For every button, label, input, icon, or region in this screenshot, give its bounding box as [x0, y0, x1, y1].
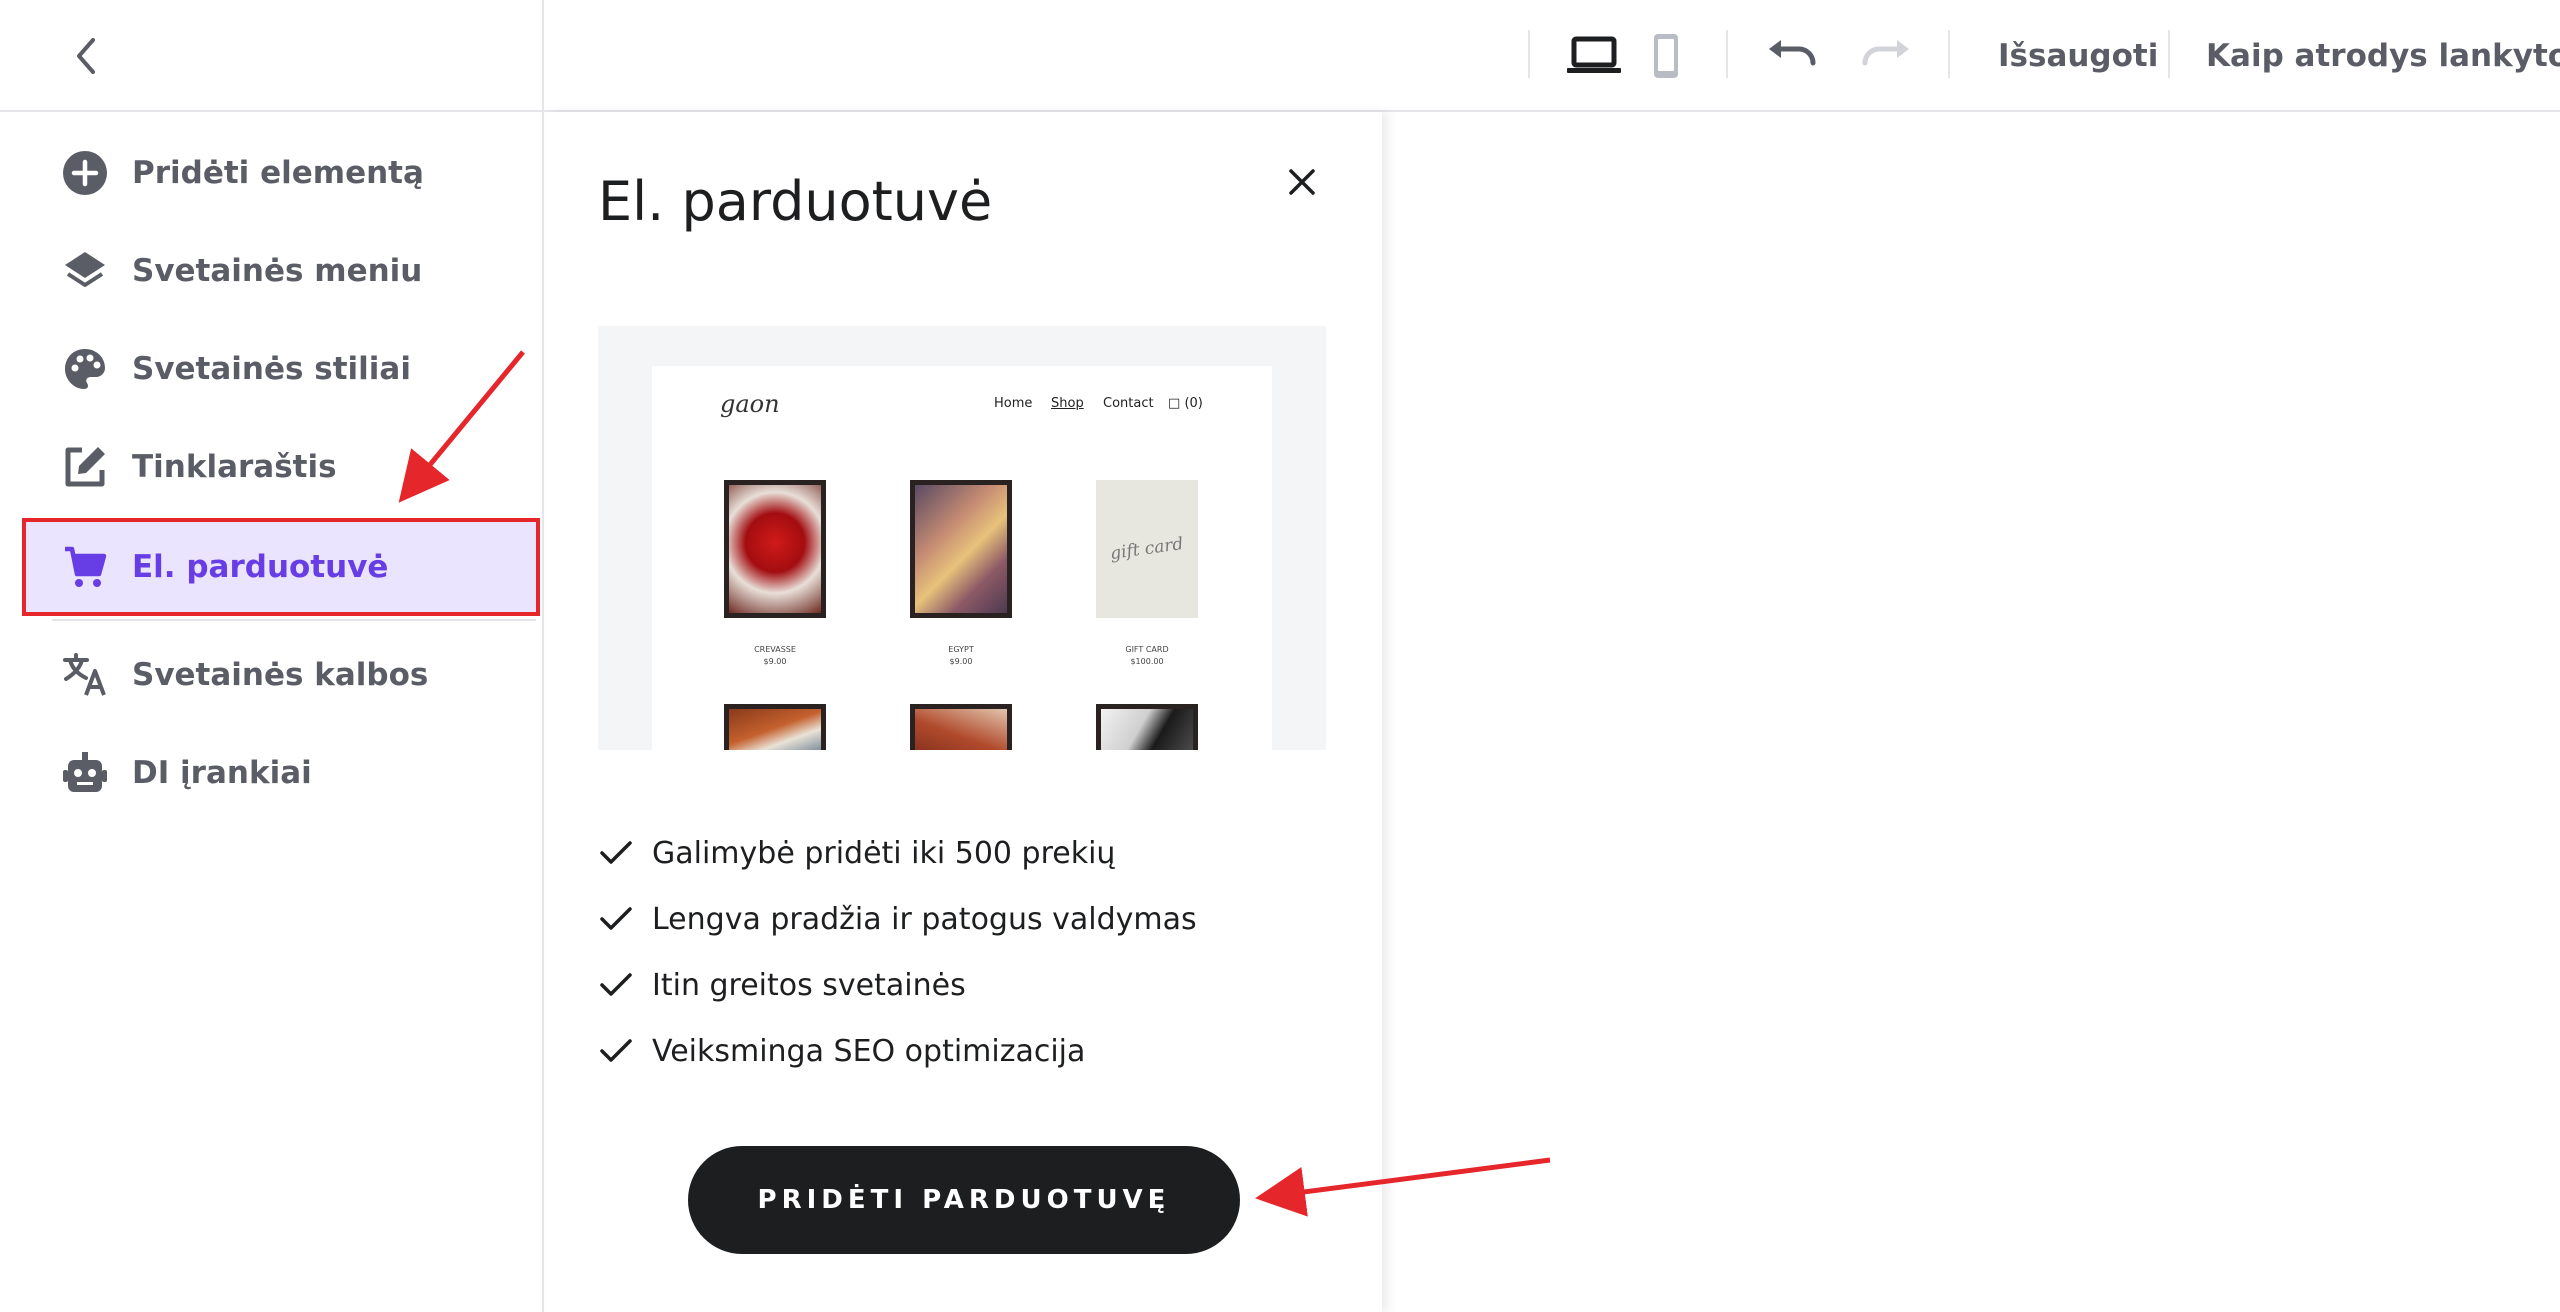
robot-icon: [60, 748, 110, 798]
toolbar-divider: [2168, 30, 2170, 78]
sidebar-divider: [52, 619, 536, 621]
sidebar-item-site-styles[interactable]: Svetainės stiliai: [26, 324, 536, 414]
top-left-section: [12, 0, 544, 112]
mock-cart-item: □ (0): [1168, 396, 1203, 411]
close-icon: [1289, 169, 1315, 195]
product-name: EGYPT: [948, 645, 974, 654]
product-price: $9.00: [763, 657, 787, 666]
smartphone-icon: [1654, 34, 1678, 78]
sidebar-item-languages[interactable]: Svetainės kalbos: [26, 630, 536, 720]
feature-text: Galimybė pridėti iki 500 prekių: [652, 835, 1116, 871]
cart-icon: [60, 542, 110, 592]
add-shop-button[interactable]: PRIDĖTI PARDUOTUVĘ: [688, 1146, 1240, 1254]
product-image: [910, 480, 1012, 618]
palette-icon: [60, 344, 110, 394]
check-icon: [598, 901, 634, 937]
feature-item: Itin greitos svetainės: [598, 952, 1338, 1018]
top-toolbar: Išsaugoti Kaip atrodys lankytojui: [0, 0, 2560, 112]
product-caption: CREVASSE $9.00: [724, 644, 826, 668]
feature-text: Lengva pradžia ir patogus valdymas: [652, 901, 1197, 937]
product-price: $9.00: [949, 657, 973, 666]
product-image: gift card: [1096, 480, 1198, 618]
toolbar-divider: [1948, 30, 1950, 78]
toolbar-divider: [1726, 30, 1728, 78]
sidebar-item-blog[interactable]: Tinklaraštis: [26, 422, 536, 512]
eshop-panel: El. parduotuvė gaon Home Shop Contact □ …: [546, 112, 1382, 1312]
mock-cart-count: (0): [1184, 396, 1203, 411]
sidebar-item-eshop[interactable]: El. parduotuvė: [22, 518, 540, 616]
product-image: [724, 480, 826, 618]
mock-nav-item: Home: [994, 396, 1033, 411]
save-button[interactable]: Išsaugoti: [1998, 30, 2158, 82]
back-button[interactable]: [62, 32, 110, 80]
close-button[interactable]: [1282, 162, 1322, 202]
product-image: [724, 704, 826, 750]
sidebar-item-label: DI įrankiai: [132, 755, 312, 791]
preview-button[interactable]: Kaip atrodys lankytojui: [2206, 30, 2560, 82]
laptop-icon: [1567, 36, 1621, 73]
chevron-left-icon: [77, 38, 95, 74]
translate-icon: [60, 650, 110, 700]
toolbar-divider: [1528, 30, 1530, 78]
sidebar: Pridėti elementą Svetainės meniu Svetain…: [12, 112, 544, 1312]
feature-item: Veiksminga SEO optimizacija: [598, 1018, 1338, 1084]
product-image: [1096, 704, 1198, 750]
mock-logo: gaon: [720, 390, 780, 418]
redo-button[interactable]: [1856, 28, 1916, 84]
redo-icon: [1862, 40, 1909, 66]
desktop-view-button[interactable]: [1562, 28, 1626, 84]
product-name: GIFT CARD: [1125, 645, 1169, 654]
sidebar-item-add-element[interactable]: Pridėti elementą: [26, 128, 536, 218]
feature-item: Galimybė pridėti iki 500 prekių: [598, 820, 1338, 886]
product-caption: EGYPT $9.00: [910, 644, 1012, 668]
gift-card-text: gift card: [1109, 533, 1185, 565]
undo-button[interactable]: [1762, 28, 1822, 84]
sidebar-item-ai-tools[interactable]: DI įrankiai: [26, 728, 536, 818]
sidebar-item-label: Svetainės stiliai: [132, 351, 411, 387]
plus-circle-icon: [60, 148, 110, 198]
feature-list: Galimybė pridėti iki 500 prekių Lengva p…: [598, 820, 1338, 1084]
mock-bag-icon: □: [1168, 396, 1181, 411]
sidebar-item-label: Pridėti elementą: [132, 155, 424, 191]
sidebar-item-label: Svetainės meniu: [132, 253, 423, 289]
layers-icon: [60, 246, 110, 296]
check-icon: [598, 967, 634, 1003]
feature-text: Itin greitos svetainės: [652, 967, 966, 1003]
product-image: [910, 704, 1012, 750]
product-caption: GIFT CARD $100.00: [1096, 644, 1198, 668]
mock-nav-item: Shop: [1051, 396, 1084, 411]
mock-nav-item: Contact: [1103, 396, 1154, 411]
edit-icon: [60, 442, 110, 492]
shop-preview-mockup: gaon Home Shop Contact □ (0) gift card C…: [652, 366, 1272, 750]
undo-icon: [1769, 40, 1816, 66]
panel-title: El. parduotuvė: [598, 170, 993, 233]
shop-preview-image: gaon Home Shop Contact □ (0) gift card C…: [598, 326, 1326, 750]
product-price: $100.00: [1130, 657, 1164, 666]
sidebar-item-label: Svetainės kalbos: [132, 657, 429, 693]
check-icon: [598, 1033, 634, 1069]
check-icon: [598, 835, 634, 871]
feature-text: Veiksminga SEO optimizacija: [652, 1033, 1086, 1069]
feature-item: Lengva pradžia ir patogus valdymas: [598, 886, 1338, 952]
sidebar-item-label: El. parduotuvė: [132, 549, 389, 585]
sidebar-item-label: Tinklaraštis: [132, 449, 337, 485]
product-name: CREVASSE: [754, 645, 796, 654]
mobile-view-button[interactable]: [1646, 28, 1686, 84]
sidebar-item-site-menu[interactable]: Svetainės meniu: [26, 226, 536, 316]
